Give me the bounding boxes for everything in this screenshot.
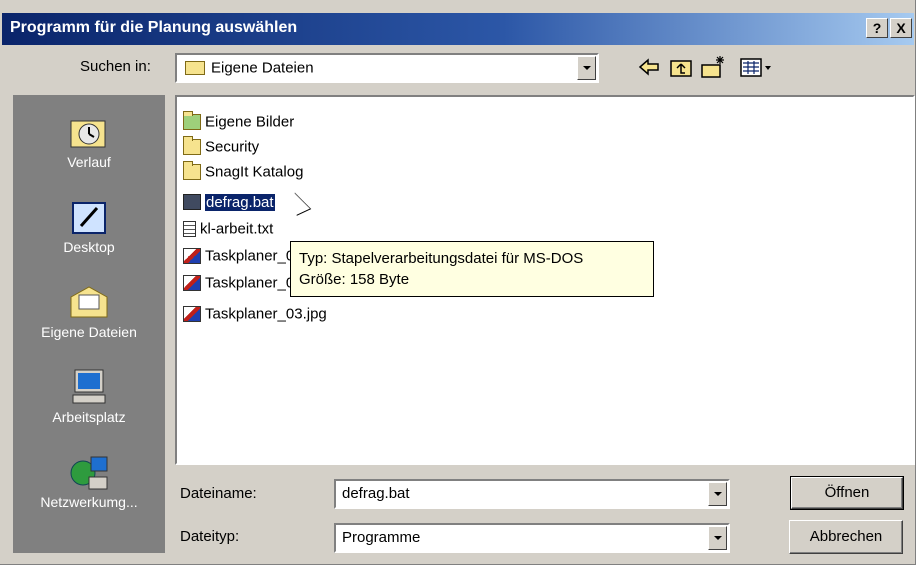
help-button[interactable]: ?: [866, 18, 888, 38]
text-file-icon: [183, 221, 196, 238]
place-history[interactable]: Verlauf: [13, 113, 165, 170]
open-dialog: Programm für die Planung auswählen ? X S…: [0, 0, 916, 565]
open-button[interactable]: Öffnen: [790, 476, 904, 510]
close-button[interactable]: X: [890, 18, 912, 38]
list-item[interactable]: Taskplaner_03.jpg: [183, 305, 327, 327]
places-bar: Verlauf Desktop Eigene Dateien Arbeitspl…: [13, 95, 165, 553]
filetype-combobox[interactable]: Programme: [334, 523, 730, 553]
place-label: Verlauf: [67, 154, 111, 170]
place-my-computer[interactable]: Arbeitsplatz: [13, 368, 165, 425]
filename-dropdown-button[interactable]: [708, 482, 727, 506]
look-in-value: Eigene Dateien: [211, 59, 314, 77]
batch-file-icon: [183, 194, 201, 211]
filename-value: defrag.bat: [342, 485, 410, 502]
up-folder-icon[interactable]: [668, 54, 694, 80]
my-documents-icon: [70, 286, 108, 318]
place-network[interactable]: Netzwerkumg...: [13, 453, 165, 510]
tooltip-type: Typ: Stapelverarbeitungsdatei für MS-DOS: [299, 250, 584, 267]
image-file-icon: [183, 248, 201, 265]
tooltip-size: Größe: 158 Byte: [299, 271, 410, 288]
title-bar: Programm für die Planung auswählen ? X: [2, 13, 914, 45]
filename-label: Dateiname:: [180, 485, 257, 502]
place-label: Desktop: [63, 239, 115, 255]
file-info-tooltip: Typ: Stapelverarbeitungsdatei für MS-DOS…: [290, 241, 654, 297]
cancel-button[interactable]: Abbrechen: [789, 520, 903, 554]
desktop-icon: [72, 202, 106, 234]
new-folder-icon[interactable]: [700, 54, 726, 80]
place-label: Eigene Dateien: [41, 324, 137, 340]
image-file-icon: [183, 306, 201, 323]
list-item[interactable]: Eigene Bilder: [183, 111, 294, 135]
pictures-folder-icon: [183, 111, 201, 131]
list-item-selected[interactable]: defrag.bat: [183, 193, 275, 215]
place-desktop[interactable]: Desktop: [13, 198, 165, 255]
network-icon: [70, 456, 108, 490]
window-title: Programm für die Planung auswählen: [10, 19, 298, 36]
place-label: Netzwerkumg...: [40, 494, 138, 510]
folder-icon: [183, 136, 201, 156]
image-file-icon: [183, 275, 201, 292]
filetype-value: Programme: [342, 529, 421, 546]
filetype-label: Dateityp:: [180, 528, 240, 545]
place-my-documents[interactable]: Eigene Dateien: [13, 283, 165, 340]
folder-icon: [183, 161, 201, 181]
filetype-dropdown-button[interactable]: [708, 526, 727, 550]
look-in-label: Suchen in:: [80, 58, 151, 75]
filename-field[interactable]: defrag.bat: [334, 479, 730, 509]
place-label: Arbeitsplatz: [52, 409, 126, 425]
look-in-dropdown-button[interactable]: [577, 56, 596, 80]
list-item[interactable]: Security: [183, 136, 259, 160]
look-in-combobox[interactable]: Eigene Dateien: [175, 53, 599, 83]
view-menu-icon[interactable]: [738, 54, 776, 80]
history-icon: [70, 120, 106, 148]
folder-icon: [185, 61, 205, 76]
list-item[interactable]: kl-arbeit.txt: [183, 220, 273, 242]
list-item[interactable]: SnagIt Katalog: [183, 161, 303, 185]
back-arrow-icon[interactable]: [636, 54, 662, 80]
my-computer-icon: [72, 369, 106, 404]
